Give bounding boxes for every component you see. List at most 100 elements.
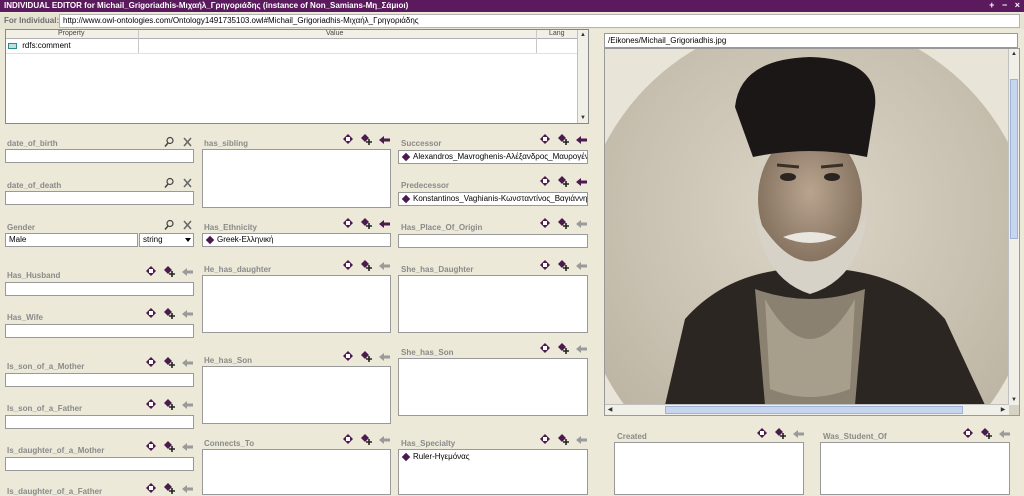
- image-vertical-scrollbar[interactable]: ▲ ▼: [1008, 49, 1019, 405]
- has-wife-field[interactable]: [5, 324, 194, 338]
- scroll-left-icon[interactable]: ◀: [606, 406, 614, 414]
- has-specialty-list[interactable]: Ruler-Ηγεμόνας: [398, 449, 588, 495]
- created-list[interactable]: [614, 442, 804, 495]
- remove-instance-icon[interactable]: [181, 440, 194, 452]
- delete-icon[interactable]: [181, 219, 194, 231]
- add-instance-icon[interactable]: [557, 175, 570, 187]
- add-instance-icon[interactable]: [774, 427, 787, 439]
- search-icon[interactable]: [163, 219, 176, 231]
- add-instance-icon[interactable]: [163, 356, 176, 368]
- remove-instance-icon[interactable]: [378, 133, 391, 145]
- add-instance-icon[interactable]: [163, 265, 176, 277]
- add-instance-icon[interactable]: [360, 350, 373, 362]
- scroll-right-icon[interactable]: ▶: [999, 406, 1007, 414]
- add-instance-icon[interactable]: [163, 440, 176, 452]
- remove-instance-icon[interactable]: [575, 342, 588, 354]
- remove-instance-icon[interactable]: [575, 433, 588, 445]
- view-instance-icon[interactable]: [145, 440, 158, 452]
- scroll-thumb[interactable]: [1010, 79, 1018, 239]
- search-icon[interactable]: [163, 177, 176, 189]
- view-instance-icon[interactable]: [539, 175, 552, 187]
- close-icon[interactable]: ×: [1015, 0, 1020, 10]
- remove-instance-icon[interactable]: [181, 307, 194, 319]
- view-instance-icon[interactable]: [539, 259, 552, 271]
- delete-icon[interactable]: [181, 177, 194, 189]
- view-instance-icon[interactable]: [342, 433, 355, 445]
- scroll-thumb[interactable]: [665, 406, 963, 414]
- add-instance-icon[interactable]: [360, 217, 373, 229]
- add-instance-icon[interactable]: [557, 217, 570, 229]
- property-table-scrollbar[interactable]: ▲ ▼: [577, 30, 588, 123]
- remove-instance-icon[interactable]: [378, 217, 391, 229]
- add-instance-icon[interactable]: [557, 133, 570, 145]
- delete-icon[interactable]: [181, 136, 194, 148]
- add-instance-icon[interactable]: [557, 342, 570, 354]
- column-header-value[interactable]: Value: [326, 30, 343, 37]
- scroll-up-icon[interactable]: ▲: [579, 31, 587, 39]
- minimize-icon[interactable]: −: [1002, 0, 1007, 10]
- column-header-lang[interactable]: Lang: [549, 30, 565, 37]
- is-son-of-a-mother-field[interactable]: [5, 373, 194, 387]
- add-instance-icon[interactable]: [360, 259, 373, 271]
- has-ethnicity-field[interactable]: Greek-Ελληνική: [202, 233, 391, 247]
- he-has-daughter-list[interactable]: [202, 275, 391, 333]
- gender-field[interactable]: Male: [5, 233, 138, 247]
- has-husband-field[interactable]: [5, 282, 194, 296]
- remove-instance-icon[interactable]: [181, 482, 194, 494]
- view-instance-icon[interactable]: [145, 265, 158, 277]
- add-instance-icon[interactable]: [360, 133, 373, 145]
- add-instance-icon[interactable]: [163, 307, 176, 319]
- remove-instance-icon[interactable]: [575, 133, 588, 145]
- datatype-select[interactable]: string: [139, 233, 194, 247]
- she-has-daughter-list[interactable]: [398, 275, 588, 333]
- view-instance-icon[interactable]: [145, 398, 158, 410]
- remove-instance-icon[interactable]: [378, 433, 391, 445]
- view-instance-icon[interactable]: [962, 427, 975, 439]
- is-daughter-of-a-mother-field[interactable]: [5, 457, 194, 471]
- add-instance-icon[interactable]: [980, 427, 993, 439]
- scroll-down-icon[interactable]: ▼: [1010, 396, 1018, 404]
- view-instance-icon[interactable]: [539, 217, 552, 229]
- view-instance-icon[interactable]: [342, 133, 355, 145]
- remove-instance-icon[interactable]: [181, 398, 194, 410]
- scroll-up-icon[interactable]: ▲: [1010, 50, 1018, 58]
- he-has-son-list[interactable]: [202, 366, 391, 424]
- view-instance-icon[interactable]: [539, 433, 552, 445]
- view-instance-icon[interactable]: [342, 217, 355, 229]
- add-instance-icon[interactable]: [557, 259, 570, 271]
- predecessor-field[interactable]: Konstantinos_Vaghianis-Κωνσταντίνος_Βαγι…: [398, 192, 588, 206]
- remove-instance-icon[interactable]: [575, 175, 588, 187]
- add-instance-icon[interactable]: [163, 482, 176, 494]
- add-instance-icon[interactable]: [557, 433, 570, 445]
- has-place-of-origin-field[interactable]: [398, 234, 588, 248]
- individual-uri-field[interactable]: http://www.owl-ontologies.com/Ontology14…: [59, 14, 1020, 28]
- remove-instance-icon[interactable]: [181, 265, 194, 277]
- remove-instance-icon[interactable]: [575, 217, 588, 229]
- remove-instance-icon[interactable]: [575, 259, 588, 271]
- view-instance-icon[interactable]: [145, 307, 158, 319]
- remove-instance-icon[interactable]: [378, 350, 391, 362]
- she-has-son-list[interactable]: [398, 358, 588, 416]
- column-header-property[interactable]: Property: [58, 30, 84, 37]
- table-row[interactable]: rdfs:comment: [8, 41, 568, 53]
- scroll-down-icon[interactable]: ▼: [579, 114, 587, 122]
- add-instance-icon[interactable]: [360, 433, 373, 445]
- image-path-field[interactable]: /Eikones/Michail_Grigoriadhis.jpg: [604, 33, 1018, 48]
- view-instance-icon[interactable]: [342, 259, 355, 271]
- was-student-of-list[interactable]: [820, 442, 1010, 495]
- remove-instance-icon[interactable]: [792, 427, 805, 439]
- remove-instance-icon[interactable]: [998, 427, 1011, 439]
- view-instance-icon[interactable]: [145, 356, 158, 368]
- remove-instance-icon[interactable]: [378, 259, 391, 271]
- date-of-death-field[interactable]: [5, 191, 194, 205]
- add-icon[interactable]: +: [989, 0, 994, 10]
- view-instance-icon[interactable]: [145, 482, 158, 494]
- view-instance-icon[interactable]: [342, 350, 355, 362]
- date-of-birth-field[interactable]: [5, 149, 194, 163]
- view-instance-icon[interactable]: [539, 342, 552, 354]
- add-instance-icon[interactable]: [163, 398, 176, 410]
- remove-instance-icon[interactable]: [181, 356, 194, 368]
- image-horizontal-scrollbar[interactable]: ◀ ▶: [605, 404, 1009, 415]
- is-son-of-a-father-field[interactable]: [5, 415, 194, 429]
- view-instance-icon[interactable]: [539, 133, 552, 145]
